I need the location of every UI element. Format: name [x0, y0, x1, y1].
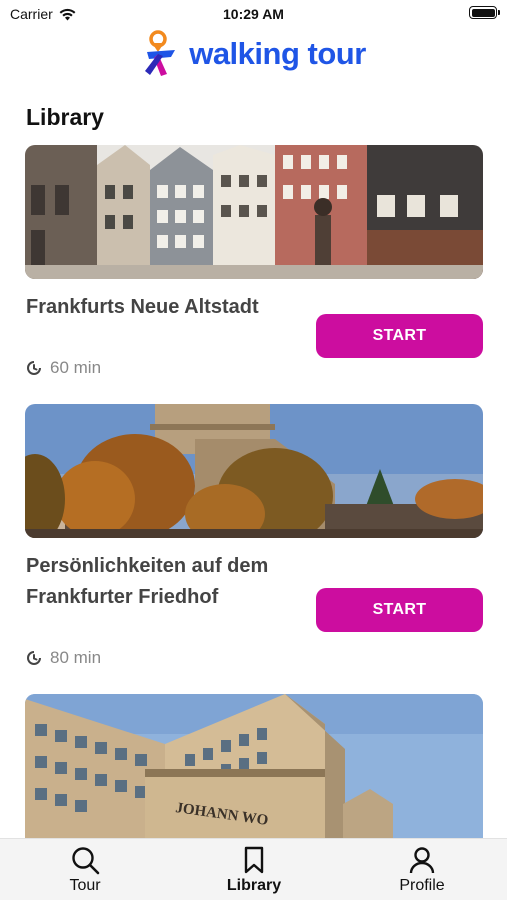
tour-duration: 60 min: [26, 358, 101, 378]
tour-photo: JOHANN WO: [25, 694, 483, 838]
bookmark-icon: [244, 846, 264, 874]
tab-library[interactable]: Library: [194, 845, 314, 899]
page-title: Library: [26, 104, 104, 130]
tour-image-altstadt[interactable]: [25, 145, 483, 279]
tour-title: Persönlichkeiten auf dem Frankfurter Fri…: [26, 555, 269, 608]
walking-person-pin-icon: [145, 30, 176, 76]
tour-duration: 80 min: [26, 648, 101, 668]
tour-image-campus[interactable]: JOHANN WO: [25, 694, 483, 838]
app-logo: walking tour: [0, 28, 507, 80]
start-button[interactable]: START: [316, 588, 483, 632]
status-time: 10:29 AM: [223, 6, 284, 22]
tab-tour[interactable]: Tour: [25, 845, 145, 899]
tour-image-friedhof[interactable]: [25, 404, 483, 538]
start-button[interactable]: START: [316, 314, 483, 358]
tab-label: Profile: [399, 877, 445, 894]
status-bar: Carrier 10:29 AM: [0, 0, 507, 28]
tab-label: Library: [226, 877, 282, 894]
clock-icon: [27, 361, 41, 375]
tour-photo: [25, 145, 483, 279]
tab-label: Tour: [69, 877, 101, 894]
tab-profile[interactable]: Profile: [362, 845, 482, 899]
logo-text: walking tour: [189, 36, 366, 71]
tour-title: Frankfurts Neue Altstadt: [26, 296, 259, 318]
search-icon: [72, 847, 100, 875]
tour-photo: [25, 404, 483, 538]
tab-bar: Tour Library Profile: [0, 838, 507, 900]
duration-label: 80 min: [50, 648, 102, 667]
person-icon: [409, 847, 435, 874]
battery-icon: [469, 6, 500, 19]
duration-label: 60 min: [50, 358, 102, 377]
clock-icon: [27, 651, 41, 665]
